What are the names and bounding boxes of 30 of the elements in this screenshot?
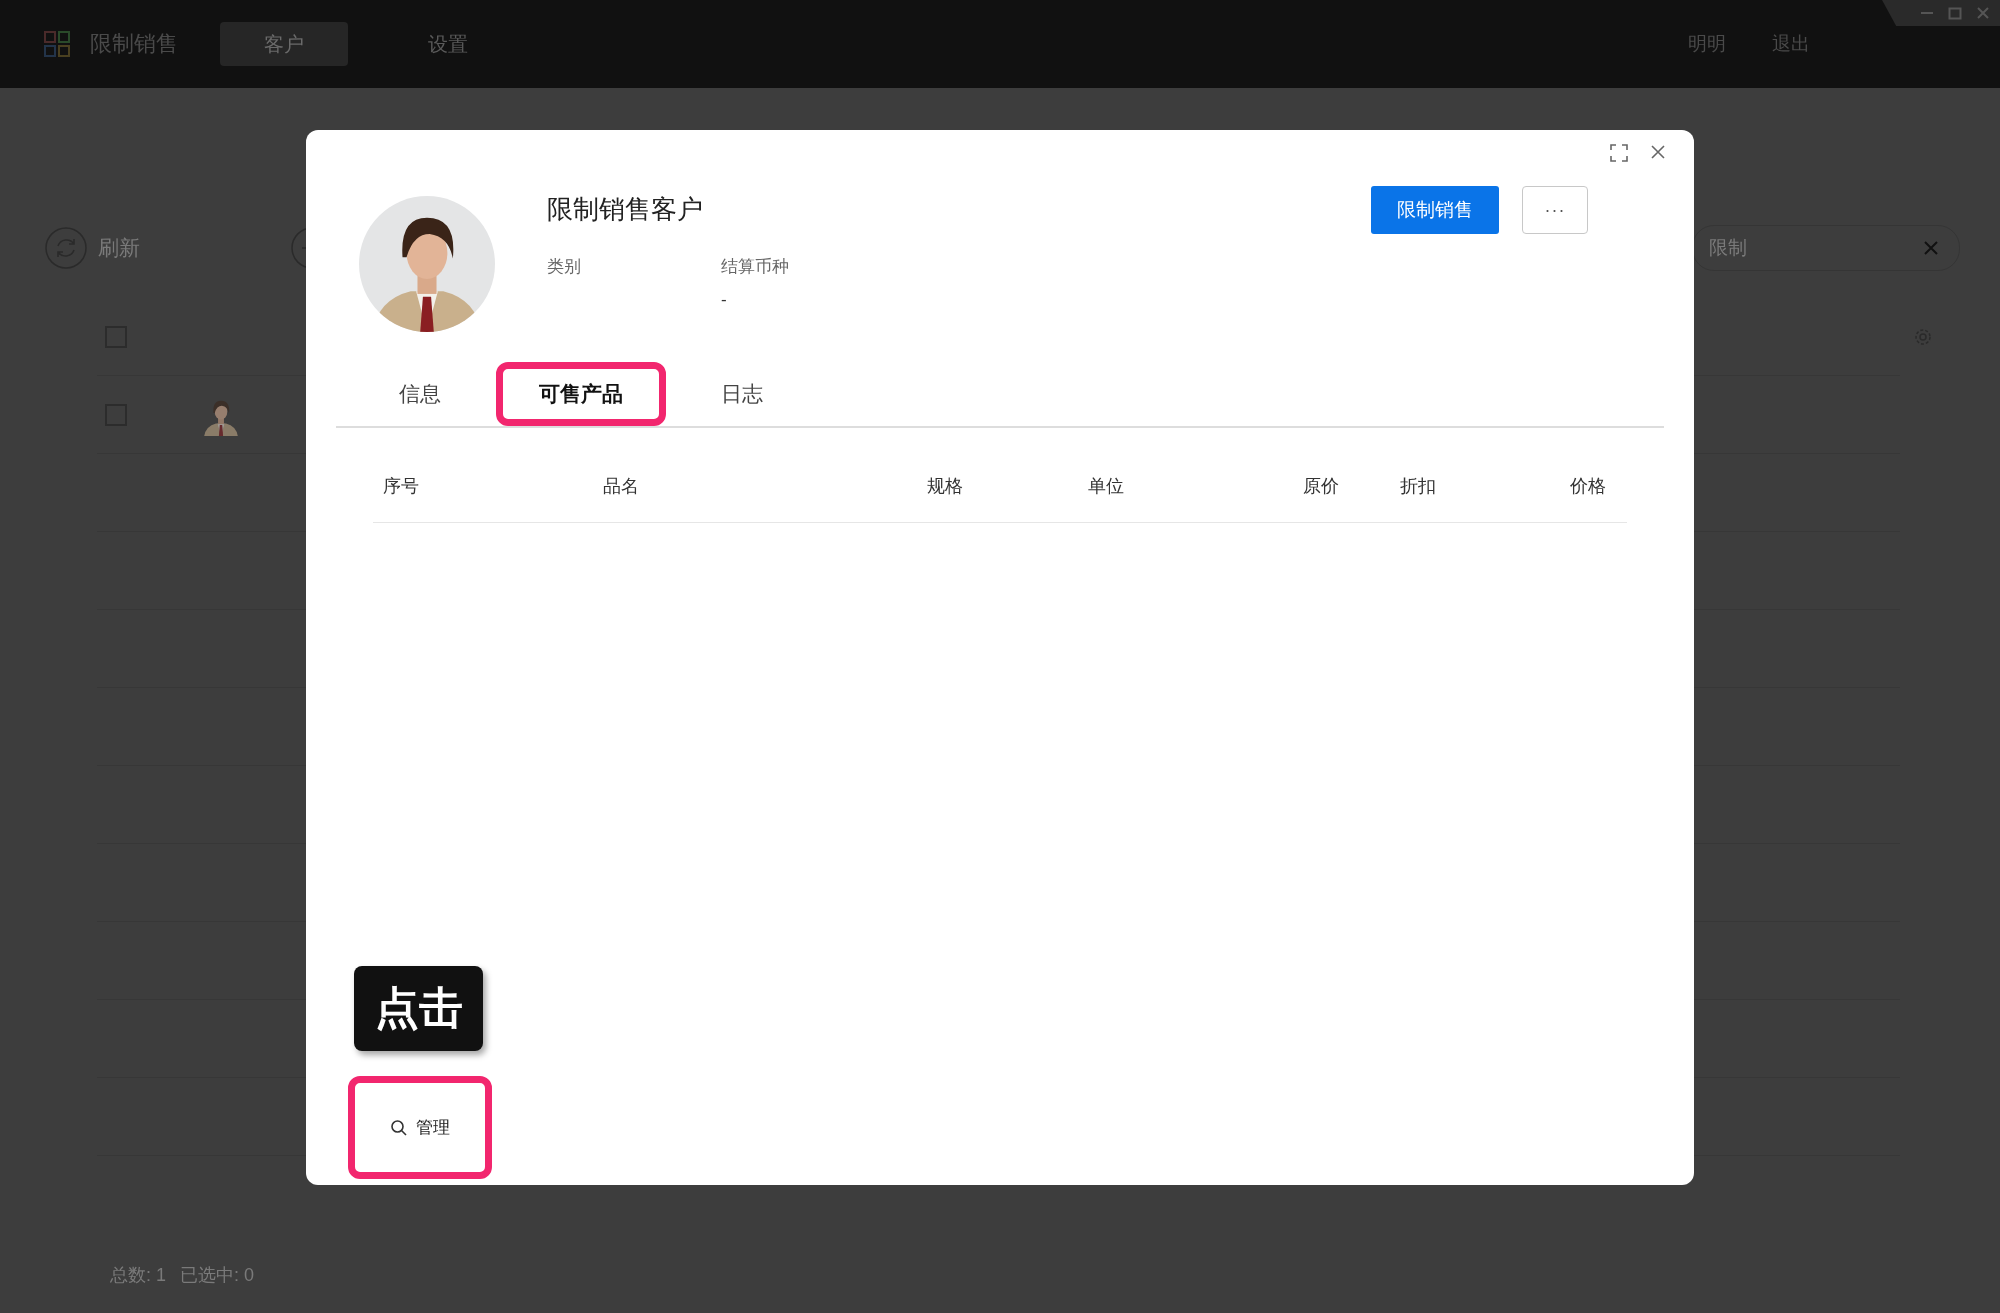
nav-tab[interactable]: 客户 xyxy=(220,22,348,66)
tab[interactable]: 可售产品 xyxy=(496,362,666,426)
fullscreen-icon[interactable] xyxy=(1610,144,1628,162)
field-value: - xyxy=(721,290,728,310)
column-header: 规格 xyxy=(927,475,964,498)
tab[interactable]: 信息 xyxy=(356,362,484,426)
column-header: 价格 xyxy=(1570,475,1607,498)
close-icon[interactable] xyxy=(1650,144,1666,160)
click-tooltip: 点击 xyxy=(354,966,483,1051)
column-header: 原价 xyxy=(1303,475,1340,498)
column-header: 折扣 xyxy=(1400,475,1437,498)
refresh-label[interactable]: 刷新 xyxy=(98,234,140,262)
column-header: 序号 xyxy=(383,475,420,498)
manage-button[interactable]: 管理 xyxy=(348,1076,492,1179)
tab[interactable]: 日志 xyxy=(678,362,806,426)
customer-name: 限制销售客户 xyxy=(547,193,704,226)
field-label: 结算币种 xyxy=(721,256,790,278)
total-count: 总数: 1 xyxy=(110,1264,167,1287)
more-button[interactable]: ··· xyxy=(1522,186,1588,234)
column-header: 单位 xyxy=(1088,475,1125,498)
grid-logo-icon xyxy=(44,31,70,57)
column-header: 品名 xyxy=(603,475,640,498)
field-label: 类别 xyxy=(547,256,582,278)
maximize-icon[interactable] xyxy=(1948,6,1962,20)
selected-count: 已选中: 0 xyxy=(180,1264,255,1287)
clear-icon[interactable] xyxy=(1923,240,1939,256)
nav-tab[interactable]: 设置 xyxy=(384,22,512,66)
restrict-sales-button[interactable]: 限制销售 xyxy=(1371,186,1499,234)
app-title: 限制销售 xyxy=(90,30,178,58)
search-icon xyxy=(390,1118,408,1137)
